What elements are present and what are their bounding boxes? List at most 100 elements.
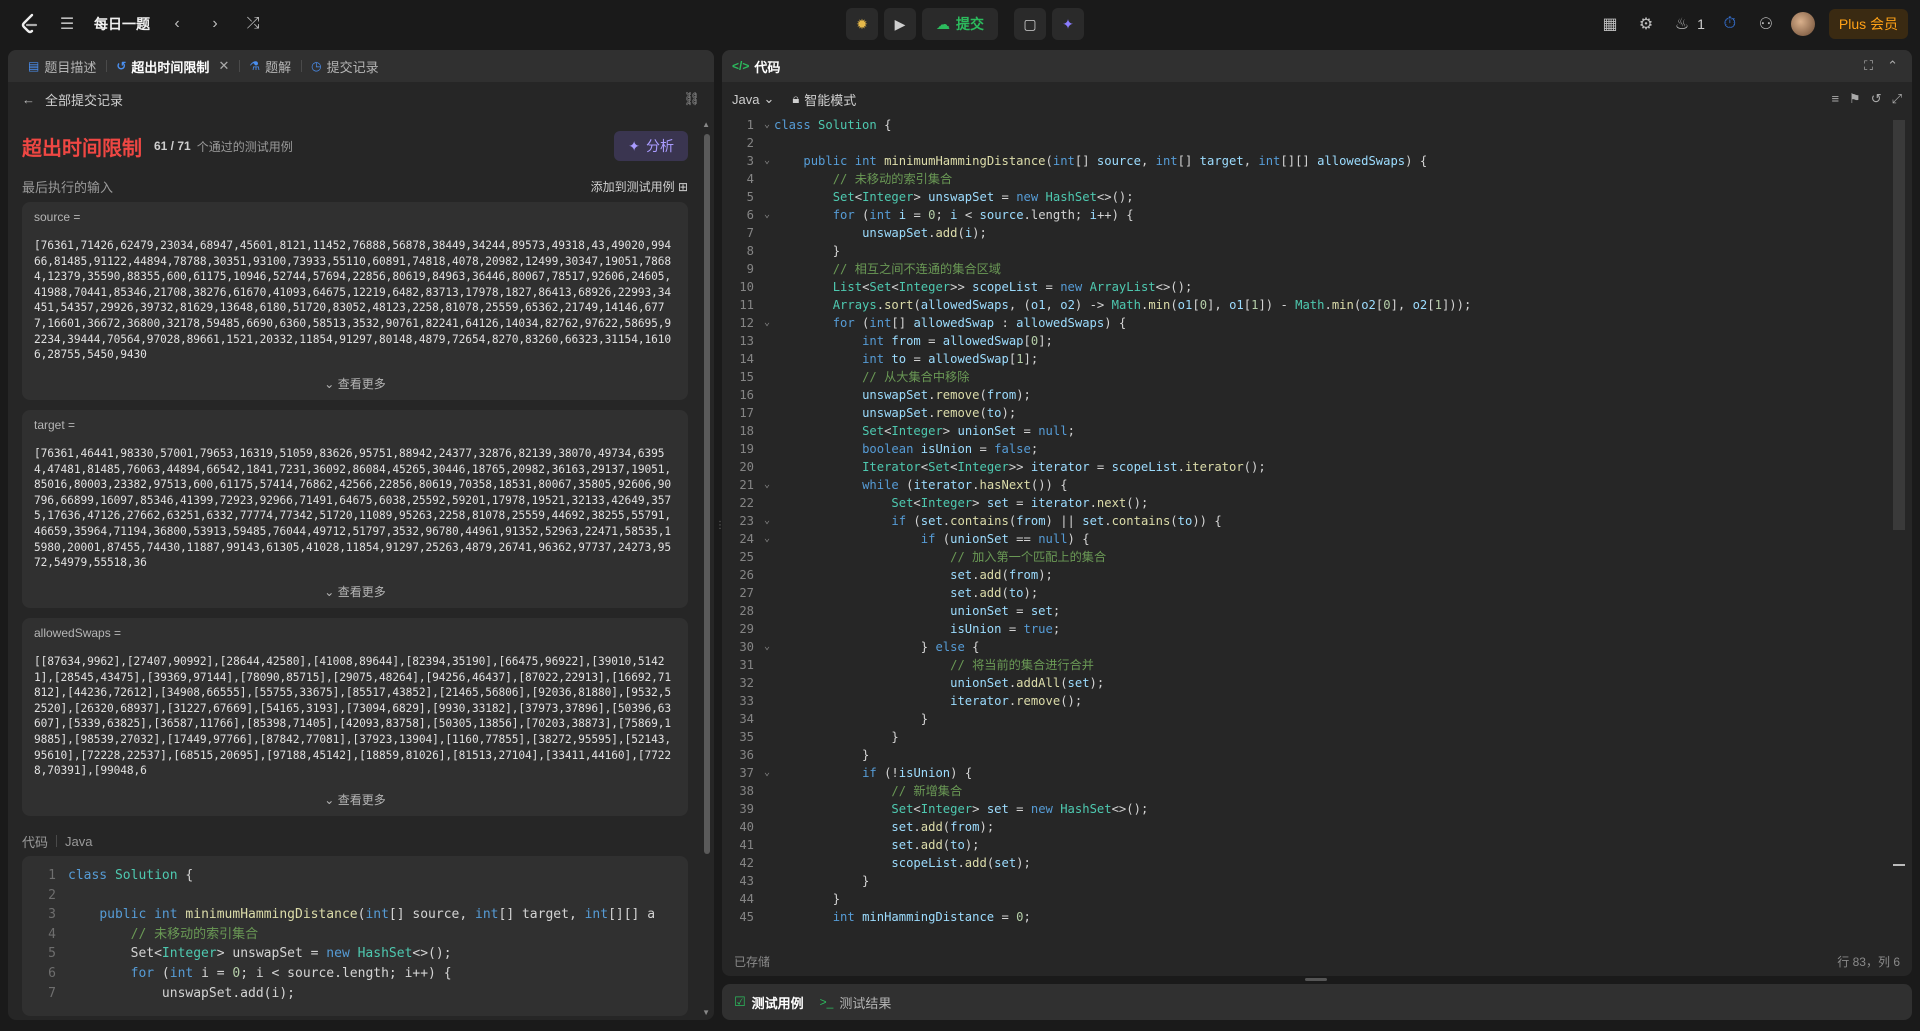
code-line[interactable]: 31 // 将当前的集合进行合并 — [722, 656, 1900, 674]
fullscreen-icon[interactable]: ⛶ — [1864, 58, 1873, 74]
plus-member-button[interactable]: Plus 会员 — [1828, 9, 1908, 39]
fold-chevron-icon[interactable]: ⌄ — [760, 206, 774, 224]
link-icon[interactable]: ⛓ — [683, 91, 700, 107]
fold-chevron-icon[interactable]: ⌄ — [760, 476, 774, 494]
tab-submissions[interactable]: ◷ 提交记录 — [301, 50, 389, 82]
code-line[interactable]: 32 unionSet.addAll(set); — [722, 674, 1900, 692]
fold-chevron-icon[interactable]: ⌄ — [760, 152, 774, 170]
code-line[interactable]: 38 // 新增集合 — [722, 782, 1900, 800]
tab-solutions[interactable]: ⚗ 题解 — [239, 50, 301, 82]
ai-assistant-button[interactable]: ✦ — [1052, 8, 1084, 40]
code-line[interactable]: 27 set.add(to); — [722, 584, 1900, 602]
code-line[interactable]: 13 int from = allowedSwap[0]; — [722, 332, 1900, 350]
code-line[interactable]: 42 scopeList.add(set); — [722, 854, 1900, 872]
show-more-button[interactable]: ⌄ 查看更多 — [22, 583, 688, 600]
code-line[interactable]: 23 ⌄ if (set.contains(from) || set.contai… — [722, 512, 1900, 530]
code-line[interactable]: 17 unswapSet.remove(to); — [722, 404, 1900, 422]
chevron-right-icon[interactable]: › — [204, 13, 226, 35]
code-line[interactable]: 28 unionSet = set; — [722, 602, 1900, 620]
tab-description[interactable]: ▤ 题目描述 — [18, 50, 106, 82]
code-line[interactable]: 19 boolean isUnion = false; — [722, 440, 1900, 458]
fold-chevron-icon[interactable]: ⌄ — [760, 314, 774, 332]
code-line[interactable]: 7 unswapSet.add(i); — [722, 224, 1900, 242]
code-line[interactable]: 11 Arrays.sort(allowedSwaps, (o1, o2) ->… — [722, 296, 1900, 314]
show-more-button[interactable]: ⌄ 查看更多 — [22, 791, 688, 808]
panel-resize-handle[interactable]: ⋮ — [715, 520, 725, 542]
editor-scrollbar[interactable] — [1893, 120, 1905, 530]
code-line[interactable]: 9 // 相互之间不连通的集合区域 — [722, 260, 1900, 278]
code-line[interactable]: 18 Set<Integer> unionSet = null; — [722, 422, 1900, 440]
shuffle-icon[interactable]: ⤮ — [242, 13, 264, 35]
show-more-button[interactable]: ⌄ 查看更多 — [22, 375, 688, 392]
scroll-up-icon[interactable]: ▲ — [702, 120, 710, 129]
code-line[interactable]: 39 Set<Integer> set = new HashSet<>(); — [722, 800, 1900, 818]
fold-chevron-icon[interactable]: ⌄ — [760, 512, 774, 530]
expand-icon[interactable]: ⤢ — [1892, 91, 1902, 107]
problem-list-icon[interactable]: ☰ — [56, 13, 78, 35]
code-line[interactable]: 6 ⌄ for (int i = 0; i < source.length; i+… — [722, 206, 1900, 224]
avatar[interactable] — [1790, 12, 1815, 36]
code-line[interactable]: 24 ⌄ if (unionSet == null) { — [722, 530, 1900, 548]
left-scrollbar[interactable] — [704, 134, 710, 854]
add-user-icon[interactable]: ⚇ — [1755, 13, 1777, 35]
code-line[interactable]: 26 set.add(from); — [722, 566, 1900, 584]
code-line[interactable]: 2 — [722, 134, 1900, 152]
reset-icon[interactable]: ↺ — [1871, 91, 1882, 107]
code-line[interactable]: 41 set.add(to); — [722, 836, 1900, 854]
fold-chevron-icon[interactable]: ⌄ — [760, 116, 774, 134]
code-line[interactable]: 30 ⌄ } else { — [722, 638, 1900, 656]
bookmark-icon[interactable]: ⚑ — [1849, 91, 1861, 107]
tab-testcases[interactable]: ☑ 测试用例 — [734, 993, 804, 1012]
tab-time-limit-exceeded[interactable]: ↺ 超出时间限制 ✕ — [106, 50, 239, 82]
code-line[interactable]: 10 List<Set<Integer>> scopeList = new Ar… — [722, 278, 1900, 296]
code-line[interactable]: 43 } — [722, 872, 1900, 890]
code-line[interactable]: 8 } — [722, 242, 1900, 260]
code-line[interactable]: 36 } — [722, 746, 1900, 764]
code-line[interactable]: 4 // 未移动的索引集合 — [722, 170, 1900, 188]
code-line[interactable]: 44 } — [722, 890, 1900, 908]
chevron-left-icon[interactable]: ‹ — [166, 13, 188, 35]
arrow-left-icon[interactable]: ← — [22, 92, 35, 107]
smart-mode-toggle[interactable]: 🔒︎ 智能模式 — [792, 90, 856, 109]
code-line[interactable]: 40 set.add(from); — [722, 818, 1900, 836]
streak-counter[interactable]: ♨ 1 — [1671, 13, 1705, 35]
code-line[interactable]: 5 Set<Integer> unswapSet = new HashSet<>… — [722, 188, 1900, 206]
all-submissions-link[interactable]: 全部提交记录 — [45, 90, 123, 109]
code-line[interactable]: 33 iterator.remove(); — [722, 692, 1900, 710]
layout-grid-icon[interactable]: ▦ — [1599, 13, 1621, 35]
add-to-testcase-button[interactable]: 添加到测试用例 ⊞ — [591, 178, 688, 195]
code-line[interactable]: 16 unswapSet.remove(from); — [722, 386, 1900, 404]
leetcode-logo-icon[interactable] — [18, 13, 40, 35]
fold-chevron-icon[interactable]: ⌄ — [760, 530, 774, 548]
debug-button[interactable]: ✹ — [846, 8, 878, 40]
fold-chevron-icon[interactable]: ⌄ — [760, 764, 774, 782]
submit-button[interactable]: ☁ 提交 — [922, 8, 998, 40]
bottom-resize-handle[interactable] — [1305, 978, 1327, 981]
language-select[interactable]: Java ⌄ — [732, 91, 774, 107]
code-line[interactable]: 29 isUnion = true; — [722, 620, 1900, 638]
code-line[interactable]: 20 Iterator<Set<Integer>> iterator = sco… — [722, 458, 1900, 476]
close-icon[interactable]: ✕ — [218, 58, 229, 74]
code-line[interactable]: 37 ⌄ if (!isUnion) { — [722, 764, 1900, 782]
scroll-down-icon[interactable]: ▼ — [702, 1008, 710, 1017]
chevron-up-icon[interactable]: ⌃ — [1887, 58, 1898, 74]
run-button[interactable]: ▶ — [884, 8, 916, 40]
tab-test-results[interactable]: >_ 测试结果 — [820, 993, 892, 1012]
code-line[interactable]: 45 int minHammingDistance = 0; — [722, 908, 1900, 926]
code-line[interactable]: 21 ⌄ while (iterator.hasNext()) { — [722, 476, 1900, 494]
code-line[interactable]: 34 } — [722, 710, 1900, 728]
gear-icon[interactable]: ⚙ — [1635, 13, 1657, 35]
code-line[interactable]: 3 ⌄ public int minimumHammingDistance(int… — [722, 152, 1900, 170]
notes-button[interactable]: ▢ — [1014, 8, 1046, 40]
code-line[interactable]: 15 // 从大集合中移除 — [722, 368, 1900, 386]
daily-problem-title[interactable]: 每日一题 — [94, 14, 150, 34]
code-line[interactable]: 35 } — [722, 728, 1900, 746]
code-line[interactable]: 22 Set<Integer> set = iterator.next(); — [722, 494, 1900, 512]
tab-code[interactable]: </> 代码 — [732, 50, 790, 82]
code-editor[interactable]: 1 ⌄ class Solution {2 3 ⌄ public int minimum… — [722, 116, 1900, 944]
code-line[interactable]: 14 int to = allowedSwap[1]; — [722, 350, 1900, 368]
format-icon[interactable]: ≡ — [1831, 91, 1839, 107]
code-line[interactable]: 1 ⌄ class Solution { — [722, 116, 1900, 134]
fold-chevron-icon[interactable]: ⌄ — [760, 638, 774, 656]
code-line[interactable]: 12 ⌄ for (int[] allowedSwap : allowedSwap… — [722, 314, 1900, 332]
